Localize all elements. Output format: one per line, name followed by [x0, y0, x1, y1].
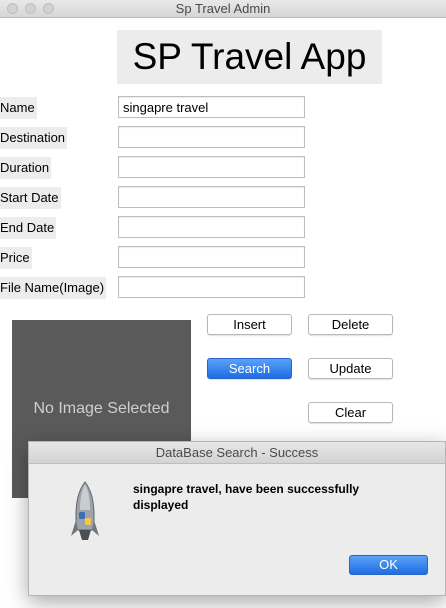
price-field[interactable] — [118, 246, 305, 268]
file-name-label: File Name(Image) — [0, 277, 107, 299]
image-placeholder-text: No Image Selected — [33, 400, 170, 417]
search-button[interactable]: Search — [207, 358, 292, 379]
end-date-label: End Date — [0, 217, 57, 239]
duration-field[interactable] — [118, 156, 305, 178]
dialog-title: DataBase Search - Success — [155, 445, 319, 460]
file-name-field[interactable] — [118, 276, 305, 298]
start-date-label: Start Date — [0, 187, 61, 209]
dialog-message: singapre travel, have been successfully … — [133, 482, 360, 512]
name-field[interactable] — [118, 96, 305, 118]
search-success-dialog: DataBase Search - Success singapre trave… — [28, 441, 446, 596]
insert-button[interactable]: Insert — [207, 314, 292, 335]
app-heading: SP Travel App — [117, 30, 382, 84]
dialog-titlebar[interactable]: DataBase Search - Success — [29, 442, 445, 464]
update-button[interactable]: Update — [308, 358, 393, 379]
start-date-field[interactable] — [118, 186, 305, 208]
python-rocket-icon — [71, 481, 99, 540]
name-label: Name — [0, 97, 37, 119]
destination-field[interactable] — [118, 126, 305, 148]
ok-button[interactable]: OK — [349, 555, 428, 575]
end-date-field[interactable] — [118, 216, 305, 238]
destination-label: Destination — [0, 127, 68, 149]
price-label: Price — [0, 247, 32, 269]
window-titlebar[interactable]: Sp Travel Admin — [0, 0, 446, 18]
delete-button[interactable]: Delete — [308, 314, 393, 335]
clear-button[interactable]: Clear — [308, 402, 393, 423]
duration-label: Duration — [0, 157, 52, 179]
window-title: Sp Travel Admin — [175, 1, 271, 16]
